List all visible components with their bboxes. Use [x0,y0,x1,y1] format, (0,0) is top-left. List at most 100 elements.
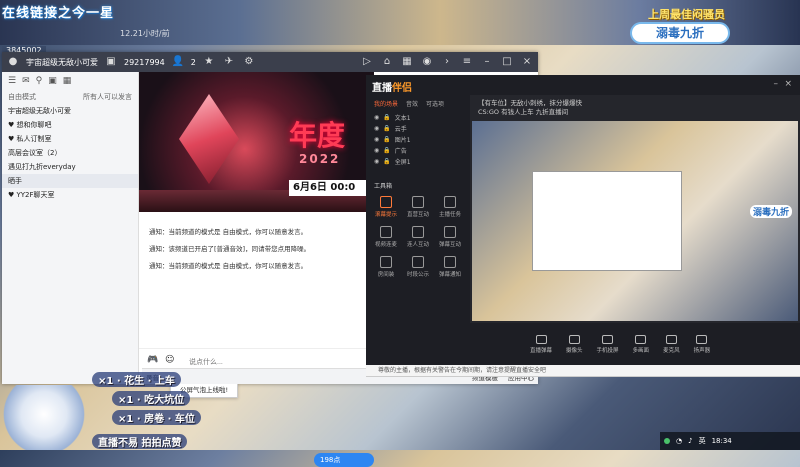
notice-item: 通知：该频道已开启了[普通音效]，同请带您点用降噪。 [149,245,311,253]
notice-item: 通知：当前频道的模式是 自由模式，你可以随意发言。 [149,228,308,236]
close-icon[interactable]: × [784,79,792,89]
stream-banner-text: 在线链接之今一星 [2,6,115,21]
tool-logo: 直播伴侣 [372,79,412,94]
image-icon[interactable]: ▣ [48,76,57,86]
tool-button[interactable]: 视频连麦 [372,226,400,248]
preview-button-label: 摄像头 [566,347,583,354]
chevron-right-icon[interactable]: › [440,55,454,69]
chat-icon[interactable]: ✉ [22,76,30,86]
star-icon[interactable]: ★ [202,55,216,69]
tool-button[interactable]: 房间装 [372,256,400,278]
mode-label[interactable]: 自由模式 [8,92,36,102]
tool-tab[interactable]: 可选项 [426,99,444,108]
preview-button[interactable]: 扬声器 [694,334,710,354]
menu-icon[interactable]: ≡ [460,55,474,69]
volume-icon[interactable]: ♪ [688,437,692,445]
gear-icon[interactable]: ⚙ [242,55,256,69]
video-icon[interactable]: ▷ [360,55,374,69]
emoji-icon[interactable]: ☺ [165,355,174,365]
tool-tab[interactable]: 音效 [406,99,418,108]
preview-button[interactable]: 多画面 [633,334,649,354]
preview-badge: 溺毒九折 [750,205,793,218]
tool-icon [412,196,424,208]
scene-item[interactable]: ◉ 🔒 全屏1 [366,156,470,167]
lock-icon[interactable]: 🔒 [383,114,390,121]
tool-icon [380,256,392,268]
tool-label: 时段公示 [406,272,429,278]
eye-icon[interactable]: ◉ [374,125,379,132]
clock[interactable]: 18:34 [712,437,732,445]
sidebar-item[interactable]: 晒手 [2,174,138,188]
sidebar-item[interactable]: ♥ 想和你聊吧 [2,118,138,132]
home-icon[interactable]: ⌂ [380,55,394,69]
logo-part-a: 直播 [372,83,392,94]
sidebar-toolbar: ☰ ✉ ⚲ ▣ ▦ [2,72,138,90]
plane-icon[interactable]: ✈ [222,55,236,69]
tool-button[interactable]: 连人互动 [404,226,432,248]
sidebar-item[interactable]: ♥ 私人订制室 [2,132,138,146]
eye-icon[interactable]: ◉ [374,147,379,154]
preview-screen[interactable]: 溺毒九折 [472,121,798,321]
scene-item[interactable]: ◉ 🔒 广告 [366,145,470,156]
eye-icon[interactable]: ◉ [374,136,379,143]
preview-button-label: 手机投屏 [596,347,619,354]
stream-preview-panel: × – 【有车位】无敌小刺绣，抹分爆爆快 CS:GO 有钱人上车 九折直播间 溺… [470,75,800,365]
safety-notice-bar: 尊敬的主播，根据有关警告在今期间期，请注意提醒直播安全吧 [366,365,800,377]
location-icon[interactable]: ⚲ [36,76,43,86]
avatar[interactable]: ● [6,55,20,69]
video-year: 2022 [299,152,341,166]
list-icon[interactable]: ☰ [8,76,16,86]
close-icon[interactable]: × [520,55,534,69]
eye-icon[interactable]: ◉ [374,158,379,165]
ime-indicator[interactable]: 英 [699,436,706,446]
sidebar-item[interactable]: 遇见打九折everyday [2,160,138,174]
tools-title: 工具箱 [374,183,393,190]
minimize-icon[interactable]: – [480,55,494,69]
scene-item[interactable]: ◉ 🔒 文本1 [366,112,470,123]
grid-icon[interactable]: ▦ [63,76,72,86]
tool-button[interactable]: 滚幕提示 [372,196,400,218]
minimize-icon[interactable]: – [774,79,779,89]
tool-button[interactable]: 时段公示 [404,256,432,278]
sidebar-item[interactable]: ♥ YY2F聊天室 [2,188,138,202]
lock-icon[interactable]: 🔒 [383,136,390,143]
preview-button[interactable]: 手机投屏 [596,334,619,354]
scene-item[interactable]: ◉ 🔒 图片1 [366,134,470,145]
lock-icon[interactable]: 🔒 [383,125,390,132]
sidebar-item[interactable]: 高层会议室（2） [2,146,138,160]
tool-label: 弹幕互动 [438,242,461,248]
gamepad-icon[interactable]: 🎮 [147,355,158,365]
eye-icon[interactable]: ◉ [374,114,379,121]
network-icon[interactable]: ◔ [676,437,682,445]
gift-overlay-text: ×1 · 吃大坑位 [112,391,191,406]
tool-icon [444,196,456,208]
viewer-count: 2 [190,57,196,67]
scene-item[interactable]: ◉ 🔒 云手 [366,123,470,134]
chat-input[interactable] [189,355,309,369]
tool-button[interactable]: 主播任务 [436,196,464,218]
scene-list: ◉ 🔒 文本1 ◉ 🔒 云手 ◉ 🔒 图片1 ◉ 🔒 广告 ◉ 🔒 全屏1 [366,108,470,167]
preview-button[interactable]: 麦克风 [663,334,680,354]
preview-button[interactable]: 摄像头 [566,334,583,354]
preview-toolbar: 直播弹幕 摄像头 手机投屏 多画面 麦克风 扬声器 [470,323,800,365]
game-icon[interactable]: ◉ [420,55,434,69]
tool-button[interactable]: 弹幕互动 [436,226,464,248]
scene-label: 云手 [394,126,407,133]
maximize-icon[interactable]: □ [500,55,514,69]
grid-icon[interactable]: ▦ [400,55,414,69]
lock-icon[interactable]: 🔒 [383,147,390,154]
tool-label: 主播任务 [438,212,461,218]
preview-button[interactable]: 直播弹幕 [530,334,552,354]
tool-button[interactable]: 弹幕通知 [436,256,464,278]
sidebar-item[interactable]: 宇宙超级无敌小可爱 [2,104,138,118]
tool-label: 直营互动 [406,212,429,218]
lock-icon[interactable]: 🔒 [383,158,390,165]
chat-bubble[interactable]: 198点 [314,453,374,467]
tool-label: 连人互动 [406,242,429,248]
tool-tabs: 我的场景 音效 可选项 [366,99,470,108]
crystal-graphic [179,94,239,184]
tool-icon [412,256,424,268]
tool-button[interactable]: 直营互动 [404,196,432,218]
video-player[interactable]: 年度 2022 6月6日 00:0 [139,72,374,212]
tool-tab[interactable]: 我的场景 [374,99,398,108]
